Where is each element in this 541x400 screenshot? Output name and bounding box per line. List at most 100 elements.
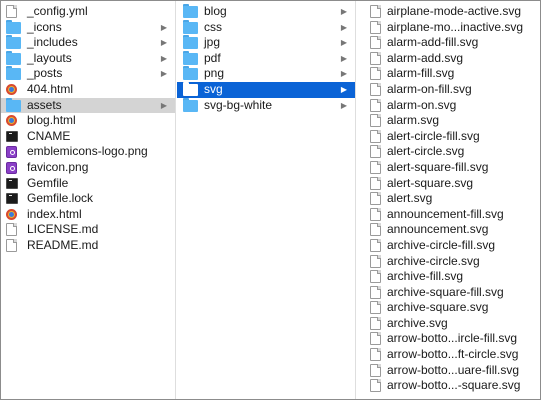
file-name: alert-circle-fill.svg: [387, 128, 480, 143]
file-row-includes[interactable]: _includes ▶: [1, 35, 175, 51]
file-row-archive-fill-svg[interactable]: archive-fill.svg: [366, 269, 540, 285]
column-svg[interactable]: airplane-mode-active.svg airplane-mo...in…: [357, 1, 540, 399]
file-row-alarm-on-svg[interactable]: alarm-on.svg: [366, 97, 540, 114]
file-row-alarm-add-svg[interactable]: alarm-add.svg: [366, 51, 540, 67]
document-icon: [370, 5, 381, 18]
document-icon: [370, 160, 381, 174]
chevron-right-icon: ▶: [340, 84, 347, 94]
file-name: archive-circle-fill.svg: [387, 237, 496, 252]
file-row-favicon-png[interactable]: favicon.png: [1, 160, 175, 176]
file-row-alert-square-fill-svg[interactable]: alert-square-fill.svg: [366, 159, 540, 176]
file-row-config-yml[interactable]: _config.yml: [1, 4, 175, 20]
file-name: arrow-botto...uare-fill.svg: [387, 362, 520, 377]
file-row-arrow-botto-square-svg[interactable]: arrow-botto...-square.svg: [366, 378, 540, 394]
file-row-archive-svg[interactable]: archive.svg: [366, 316, 540, 332]
file-name: blog: [204, 4, 227, 18]
file-name: _layouts: [27, 50, 72, 65]
column-assets[interactable]: blog ▶ css ▶ jpg ▶ pdf ▶ png ▶ svg ▶ svg-bg-white ▶: [177, 1, 356, 399]
file-row-404-html[interactable]: 404.html: [1, 82, 175, 98]
file-row-airplane-mode-active-svg[interactable]: airplane-mode-active.svg: [366, 4, 540, 20]
file-row-arrow-botto-ft-circle-svg[interactable]: arrow-botto...ft-circle.svg: [366, 347, 540, 363]
folder-icon: [183, 81, 198, 96]
document-icon: [370, 114, 381, 128]
column-project-root[interactable]: _config.yml _icons ▶ _includes ▶ _layouts ▶ _po…: [1, 1, 176, 399]
file-name: css: [204, 19, 222, 34]
file-name: _config.yml: [27, 4, 88, 18]
file-row-alarm-fill-svg[interactable]: alarm-fill.svg: [366, 66, 540, 82]
file-row-gemfile[interactable]: Gemfile: [1, 176, 175, 192]
file-name: alarm-on.svg: [387, 97, 457, 112]
file-name: index.html: [27, 206, 82, 221]
file-row-index-html[interactable]: index.html: [1, 207, 175, 223]
file-name: Gemfile.lock: [27, 191, 94, 206]
file-row-layouts[interactable]: _layouts ▶: [1, 50, 175, 67]
file-row-announcement-svg[interactable]: announcement.svg: [366, 222, 540, 238]
file-row-arrow-botto-uare-fill-svg[interactable]: arrow-botto...uare-fill.svg: [366, 362, 540, 379]
html-icon: [6, 115, 17, 127]
file-row-alert-circle-svg[interactable]: alert-circle.svg: [366, 144, 540, 160]
document-icon: [6, 5, 17, 18]
file-name: announcement-fill.svg: [387, 206, 504, 221]
file-row-svg-bg-white[interactable]: svg-bg-white ▶: [177, 97, 355, 114]
file-row-airplane-mo-inactive-svg[interactable]: airplane-mo...inactive.svg: [366, 20, 540, 36]
html-icon: [6, 208, 17, 220]
document-icon: [370, 301, 381, 315]
file-name: alarm-fill.svg: [387, 66, 455, 81]
document-icon: [6, 223, 17, 237]
file-row-emblemicons-logo-png[interactable]: emblemicons-logo.png: [1, 144, 175, 160]
file-row-archive-square-fill-svg[interactable]: archive-square-fill.svg: [366, 285, 540, 301]
file-list-svg: airplane-mode-active.svg airplane-mo...in…: [366, 4, 540, 394]
document-icon: [370, 192, 381, 206]
document-icon: [370, 379, 381, 393]
file-row-png[interactable]: png ▶: [177, 66, 355, 82]
chevron-right-icon: ▶: [340, 22, 347, 32]
chevron-right-icon: ▶: [160, 69, 167, 79]
folder-icon: [6, 19, 21, 34]
file-row-announcement-fill-svg[interactable]: announcement-fill.svg: [366, 206, 540, 223]
file-name: alert-square-fill.svg: [387, 159, 489, 174]
file-row-cname[interactable]: CNAME: [1, 129, 175, 145]
file-row-alarm-on-fill-svg[interactable]: alarm-on-fill.svg: [366, 82, 540, 98]
file-row-archive-circle-svg[interactable]: archive-circle.svg: [366, 254, 540, 270]
chevron-right-icon: ▶: [160, 22, 167, 32]
file-row-icons[interactable]: _icons ▶: [1, 19, 175, 36]
file-row-arrow-botto-ircle-fill-svg[interactable]: arrow-botto...ircle-fill.svg: [366, 331, 540, 347]
file-row-blog[interactable]: blog ▶: [177, 4, 355, 20]
file-row-pdf[interactable]: pdf ▶: [177, 50, 355, 67]
file-row-alert-square-svg[interactable]: alert-square.svg: [366, 176, 540, 192]
file-row-gemfile-lock[interactable]: Gemfile.lock: [1, 191, 175, 207]
file-row-alarm-svg[interactable]: alarm.svg: [366, 113, 540, 129]
file-row-svg[interactable]: svg ▶: [177, 81, 355, 98]
file-row-css[interactable]: css ▶: [177, 19, 355, 36]
file-row-license-md[interactable]: LICENSE.md: [1, 222, 175, 238]
file-row-archive-circle-fill-svg[interactable]: archive-circle-fill.svg: [366, 237, 540, 254]
folder-icon: [183, 66, 198, 81]
folder-icon: [183, 35, 198, 50]
file-name: CNAME: [27, 128, 71, 143]
file-row-posts[interactable]: _posts ▶: [1, 66, 175, 82]
png-icon: [6, 161, 17, 174]
file-row-assets[interactable]: assets ▶: [1, 97, 175, 114]
file-row-jpg[interactable]: jpg ▶: [177, 35, 355, 51]
file-row-blog-html[interactable]: blog.html: [1, 113, 175, 129]
document-icon: [370, 270, 381, 284]
document-icon: [370, 20, 381, 34]
file-name: 404.html: [27, 81, 74, 96]
file-row-readme-md[interactable]: README.md: [1, 238, 175, 254]
document-icon: [370, 98, 381, 112]
chevron-right-icon: ▶: [340, 53, 347, 63]
file-name: pdf: [204, 50, 221, 65]
document-icon: [370, 254, 381, 268]
file-row-alert-circle-fill-svg[interactable]: alert-circle-fill.svg: [366, 128, 540, 145]
folder-icon: [183, 97, 198, 112]
file-name: assets: [27, 97, 62, 112]
document-icon: [370, 176, 381, 190]
document-icon: [370, 145, 381, 159]
file-name: _includes: [27, 35, 78, 50]
file-name: announcement.svg: [387, 222, 489, 237]
column-browser: _config.yml _icons ▶ _includes ▶ _layouts ▶ _po…: [0, 0, 541, 400]
file-row-archive-square-svg[interactable]: archive-square.svg: [366, 300, 540, 316]
file-row-alarm-add-fill-svg[interactable]: alarm-add-fill.svg: [366, 35, 540, 51]
file-name: LICENSE.md: [27, 222, 99, 237]
file-row-alert-svg[interactable]: alert.svg: [366, 191, 540, 207]
